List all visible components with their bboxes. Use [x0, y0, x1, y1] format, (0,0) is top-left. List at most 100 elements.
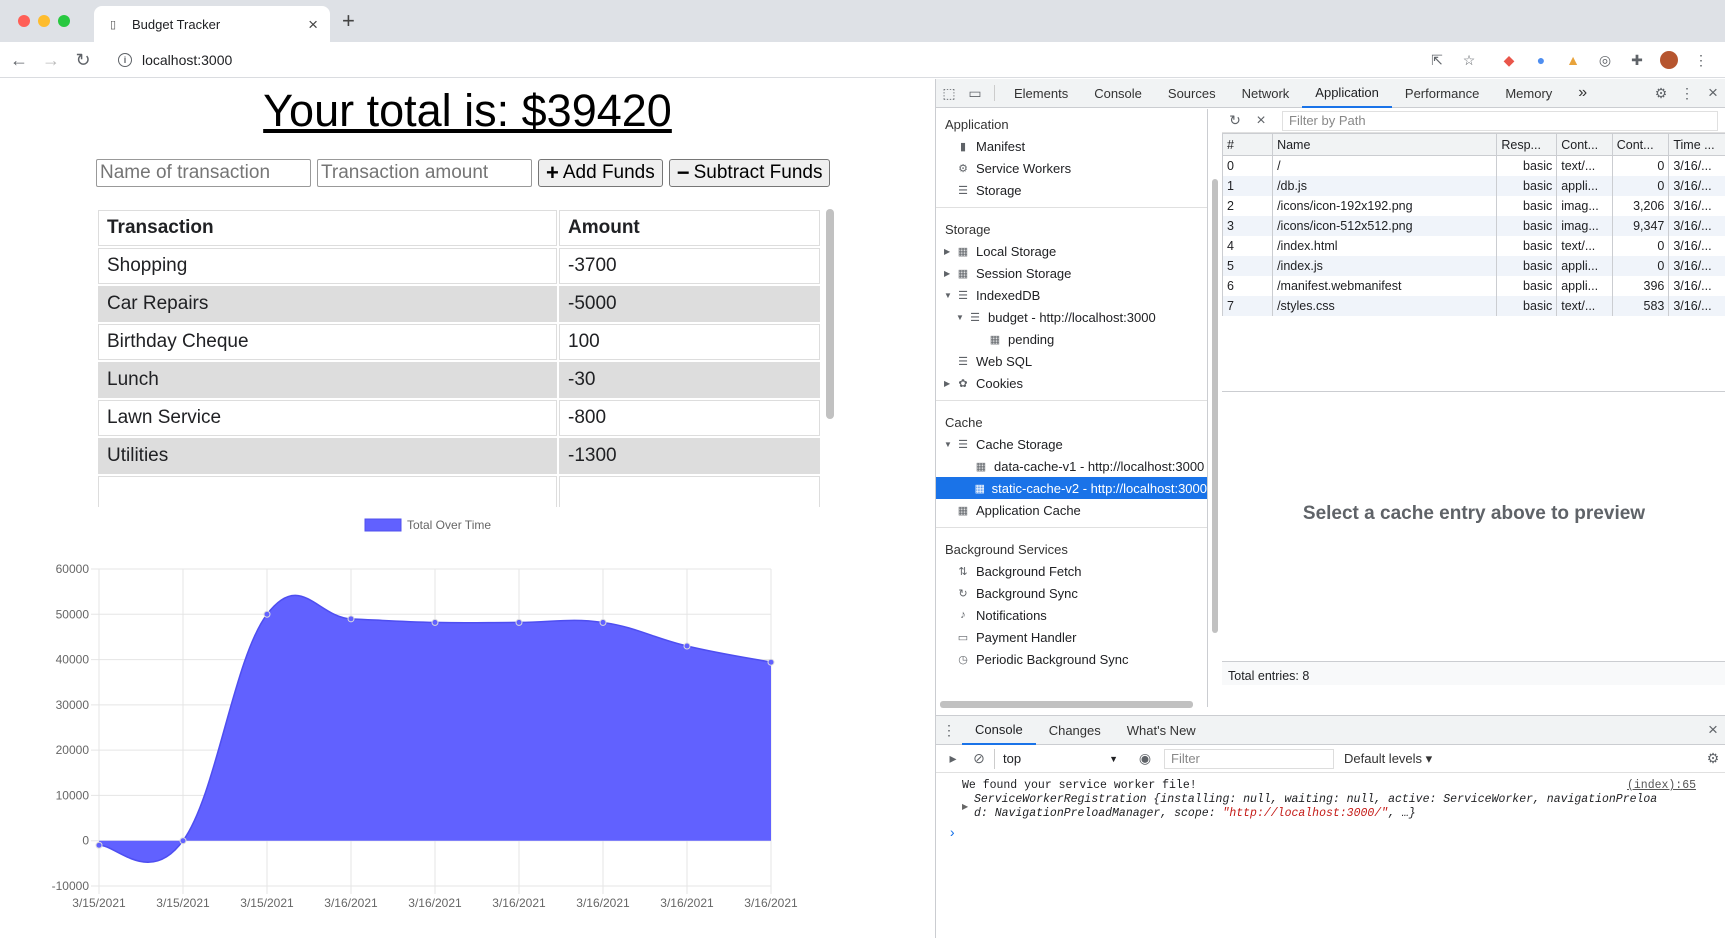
column-header-content-type[interactable]: Cont...	[1556, 133, 1613, 156]
sidebar-item-manifest[interactable]: ▮ Manifest	[936, 135, 1207, 157]
inspect-element-icon[interactable]: ⬚	[936, 79, 962, 108]
collapse-arrow-icon[interactable]: ▼	[944, 291, 954, 300]
extension-red-icon[interactable]: ◆	[1500, 51, 1518, 69]
subtract-funds-button[interactable]: − Subtract Funds	[668, 159, 831, 187]
data-point[interactable]	[95, 841, 103, 849]
tab-memory[interactable]: Memory	[1492, 79, 1565, 108]
address-bar[interactable]: i localhost:3000	[106, 46, 1476, 74]
expand-arrow-icon[interactable]: ▶	[944, 379, 954, 388]
data-point[interactable]	[431, 618, 439, 626]
clear-icon[interactable]: ×	[1248, 106, 1274, 135]
sidebar-item-cookies[interactable]: ▶ ✿ Cookies	[936, 372, 1207, 394]
sidebar-item-static-cache[interactable]: ▦ static-cache-v2 - http://localhost:3000	[936, 477, 1207, 499]
sidebar-item-web-sql[interactable]: ☰ Web SQL	[936, 350, 1207, 372]
data-point[interactable]	[599, 618, 607, 626]
live-expression-eye-icon[interactable]: ◉	[1132, 744, 1158, 773]
clear-console-icon[interactable]: ⊘	[966, 744, 992, 773]
sidebar-item-notifications[interactable]: ♪ Notifications	[936, 604, 1207, 626]
sidebar-item-background-fetch[interactable]: ⇅ Background Fetch	[936, 560, 1207, 582]
tab-sources[interactable]: Sources	[1155, 79, 1229, 108]
settings-gear-icon[interactable]: ⚙	[1648, 79, 1674, 108]
sidebar-item-storage[interactable]: ☰ Storage	[936, 179, 1207, 201]
sidebar-item-local-storage[interactable]: ▶ ▦ Local Storage	[936, 240, 1207, 262]
data-point[interactable]	[263, 610, 271, 618]
sidebar-item-indexeddb[interactable]: ▼ ☰ IndexedDB	[936, 284, 1207, 306]
reload-icon[interactable]: ↻	[72, 49, 94, 71]
zoom-window-button[interactable]	[58, 15, 70, 27]
browser-tab[interactable]: ▯ Budget Tracker ×	[94, 6, 330, 42]
tab-console[interactable]: Console	[1081, 79, 1155, 108]
table-row[interactable]: 6/manifest.webmanifest basic appli... 396 3/…	[1221, 275, 1725, 296]
drawer-tab-whats-new[interactable]: What's New	[1114, 716, 1209, 745]
sidebar-item-data-cache[interactable]: ▦ data-cache-v1 - http://localhost:3000	[936, 455, 1207, 477]
log-levels-dropdown[interactable]: Default levels ▾	[1344, 751, 1432, 767]
console-prompt[interactable]: ›	[948, 827, 1725, 841]
data-point[interactable]	[347, 615, 355, 623]
tab-performance[interactable]: Performance	[1392, 79, 1492, 108]
add-funds-button[interactable]: + Add Funds	[538, 159, 663, 187]
sidebar-item-periodic-background-sync[interactable]: ◷ Periodic Background Sync	[936, 648, 1207, 670]
table-row[interactable]: 0/basic text/... 0 3/16/...	[1221, 155, 1725, 176]
close-window-button[interactable]	[18, 15, 30, 27]
expand-arrow-icon[interactable]: ▶	[944, 247, 954, 256]
table-scrollbar[interactable]	[826, 209, 834, 419]
sidebar-horizontal-scrollbar[interactable]	[940, 701, 1193, 708]
bookmark-star-icon[interactable]: ☆	[1460, 51, 1478, 69]
site-info-icon[interactable]: i	[118, 53, 132, 67]
close-tab-icon[interactable]: ×	[308, 16, 318, 33]
expand-object-arrow-icon[interactable]: ▶	[962, 801, 968, 815]
close-devtools-icon[interactable]: ×	[1700, 79, 1725, 108]
column-header-index[interactable]: #	[1221, 133, 1274, 156]
device-toolbar-icon[interactable]: ▭	[962, 79, 988, 108]
extension-blue-icon[interactable]: ●	[1532, 51, 1550, 69]
extension-gray-icon[interactable]: ◎	[1596, 51, 1614, 69]
sidebar-item-budget-db[interactable]: ▼ ☰ budget - http://localhost:3000	[936, 306, 1207, 328]
browser-menu-icon[interactable]: ⋮	[1692, 51, 1710, 69]
column-header-response-type[interactable]: Resp...	[1496, 133, 1558, 156]
devtools-menu-icon[interactable]: ⋮	[1674, 79, 1700, 108]
more-tabs-button[interactable]: »	[1565, 79, 1600, 108]
refresh-icon[interactable]: ↻	[1222, 106, 1248, 135]
data-point[interactable]	[683, 642, 691, 650]
collapse-arrow-icon[interactable]: ▼	[944, 440, 954, 449]
sidebar-item-pending-store[interactable]: ▦ pending	[936, 328, 1207, 350]
show-sidebar-icon[interactable]: ▸	[940, 744, 966, 773]
sidebar-item-application-cache[interactable]: ▦ Application Cache	[936, 499, 1207, 521]
tab-elements[interactable]: Elements	[1001, 79, 1081, 108]
sidebar-item-payment-handler[interactable]: ▭ Payment Handler	[936, 626, 1207, 648]
data-point[interactable]	[179, 837, 187, 845]
console-object-message[interactable]: ▶ ServiceWorkerRegistration {installing:…	[962, 793, 1725, 821]
profile-avatar[interactable]	[1660, 51, 1678, 69]
data-point[interactable]	[767, 658, 775, 666]
legend-label[interactable]: Total Over Time	[407, 518, 491, 532]
table-row[interactable]: 3/icons/icon-512x512.png basic imag... 9,34…	[1221, 215, 1725, 236]
filter-by-path-input[interactable]: Filter by Path	[1282, 110, 1718, 131]
column-header-time-cached[interactable]: Time ...	[1668, 133, 1725, 156]
tab-application[interactable]: Application	[1302, 79, 1392, 108]
extensions-puzzle-icon[interactable]: ✚	[1628, 51, 1646, 69]
drawer-tab-changes[interactable]: Changes	[1036, 716, 1114, 745]
table-row[interactable]: 1/db.js basic appli... 0 3/16/...	[1221, 175, 1725, 196]
extension-flame-icon[interactable]: ▲	[1564, 51, 1582, 69]
console-filter-input[interactable]: Filter	[1164, 748, 1334, 769]
new-tab-button[interactable]: +	[342, 10, 355, 32]
drawer-menu-icon[interactable]: ⋮	[936, 716, 962, 745]
console-settings-gear-icon[interactable]: ⚙	[1700, 744, 1725, 773]
sidebar-item-background-sync[interactable]: ↻ Background Sync	[936, 582, 1207, 604]
column-header-name[interactable]: Name	[1272, 133, 1498, 156]
sidebar-item-cache-storage[interactable]: ▼ ☰ Cache Storage	[936, 433, 1207, 455]
transaction-amount-input[interactable]	[317, 159, 532, 187]
tab-network[interactable]: Network	[1229, 79, 1303, 108]
column-header-content-length[interactable]: Cont...	[1611, 133, 1670, 156]
close-drawer-icon[interactable]: ×	[1700, 716, 1725, 745]
table-row[interactable]: 7/styles.css basic text/... 583 3/16/...	[1221, 295, 1725, 316]
collapse-arrow-icon[interactable]: ▼	[956, 313, 966, 322]
table-row[interactable]: 4/index.html basic text/... 0 3/16/...	[1221, 235, 1725, 256]
minimize-window-button[interactable]	[38, 15, 50, 27]
legend-swatch[interactable]	[364, 518, 402, 532]
sidebar-vertical-scrollbar[interactable]	[1212, 179, 1218, 633]
console-source-link[interactable]: (index):65	[1627, 779, 1696, 793]
open-in-icon[interactable]: ⇱	[1428, 51, 1446, 69]
expand-arrow-icon[interactable]: ▶	[944, 269, 954, 278]
back-arrow-icon[interactable]: ←	[8, 49, 30, 71]
